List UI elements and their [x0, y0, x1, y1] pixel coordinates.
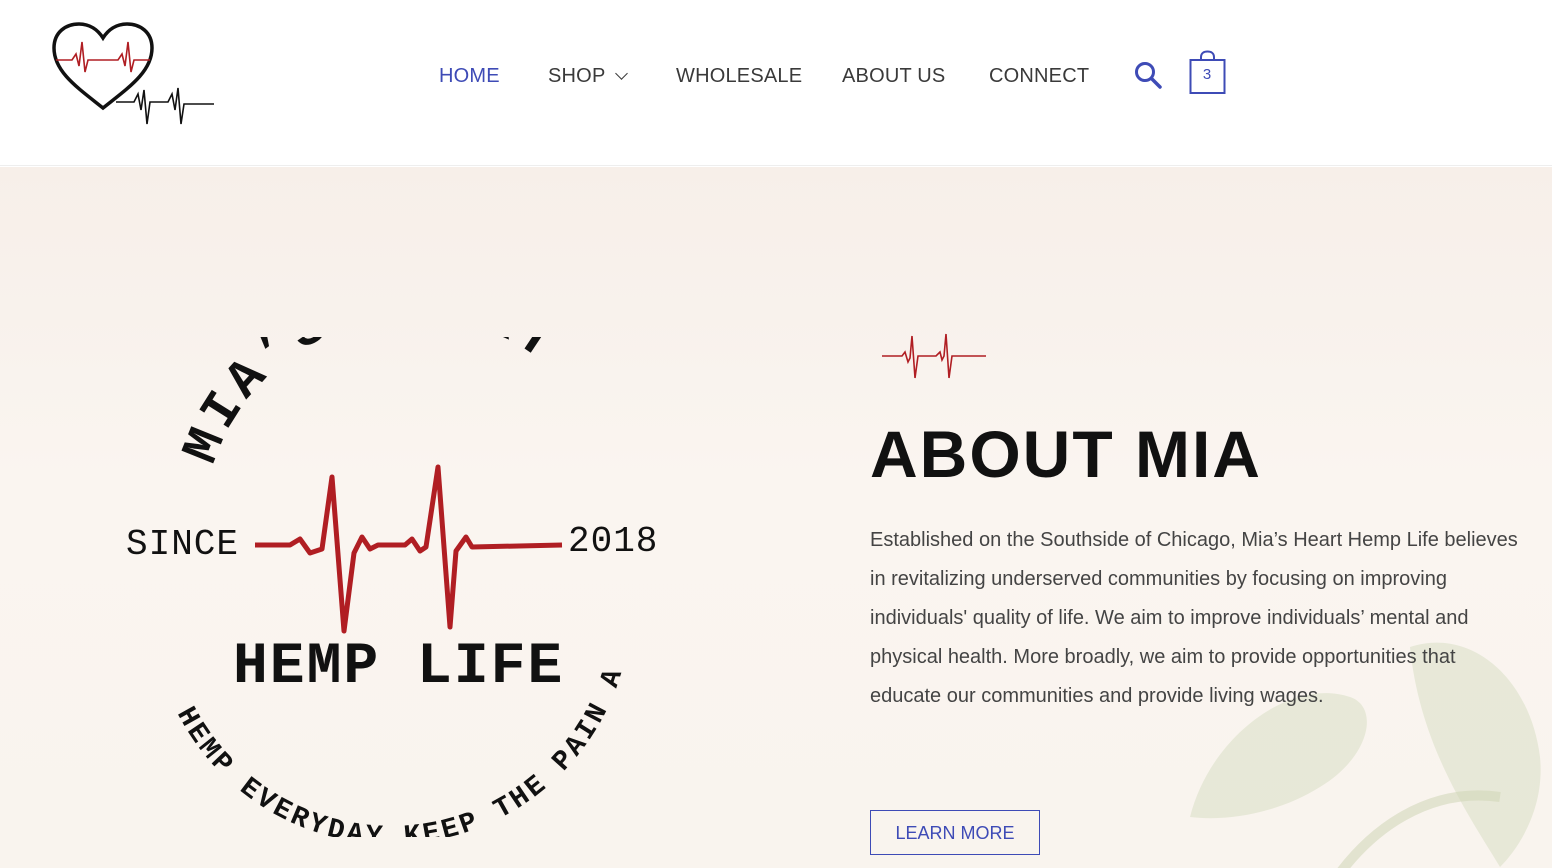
heart-pulse-logo-icon[interactable] — [48, 20, 216, 134]
nav-about-us[interactable]: ABOUT US — [842, 56, 945, 96]
emblem-bottom-arc-text: HEMP EVERYDAY KEEP THE PAIN AWAY — [100, 337, 631, 837]
cart-count-badge: 3 — [1202, 66, 1212, 83]
heartbeat-icon — [882, 333, 986, 379]
nav-shop-label: SHOP — [548, 65, 606, 87]
about-hero: MIA’S HEART HEMP EVERYDAY KEEP THE PAIN … — [0, 167, 1552, 868]
emblem-top-arc-text: MIA’S HEART — [172, 337, 569, 472]
nav-home[interactable]: HOME — [439, 56, 500, 96]
nav-connect[interactable]: CONNECT — [989, 56, 1089, 96]
learn-more-button[interactable]: LEARN MORE — [870, 810, 1040, 855]
search-icon[interactable] — [1133, 60, 1163, 90]
brand-emblem: MIA’S HEART HEMP EVERYDAY KEEP THE PAIN … — [100, 337, 631, 837]
nav-wholesale[interactable]: WHOLESALE — [676, 56, 802, 96]
site-header: HOME SHOP WHOLESALE ABOUT US CONNECT 3 — [0, 0, 1552, 166]
chevron-down-icon — [615, 67, 629, 80]
cart-button[interactable]: 3 — [1189, 50, 1227, 96]
heartbeat-line — [255, 464, 563, 634]
nav-shop[interactable]: SHOP — [548, 56, 629, 96]
about-description: Established on the Southside of Chicago,… — [870, 529, 1518, 707]
emblem-brand-name: HEMP LIFE — [233, 635, 565, 700]
emblem-since-text: SINCE — [126, 524, 240, 565]
page-title: ABOUT MIA — [870, 417, 1262, 491]
emblem-year-text: 2018 — [568, 521, 659, 562]
